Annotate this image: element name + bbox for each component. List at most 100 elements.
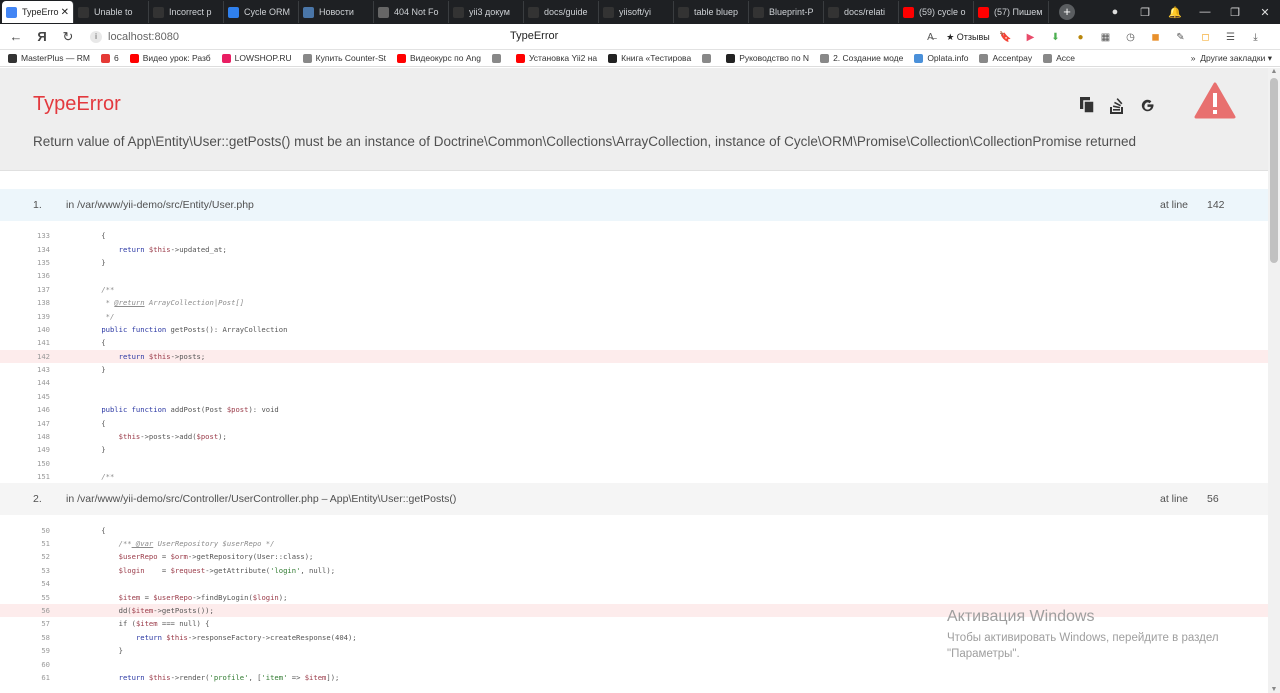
- translate-icon[interactable]: A̶: [918, 28, 943, 46]
- bookmark-item[interactable]: MasterPlus — RM: [8, 53, 90, 63]
- code-text: */: [105, 311, 115, 321]
- yandex-logo-icon[interactable]: Я: [32, 29, 52, 44]
- browser-nav-bar: ← Я ↻ i localhost:8080 TypeError A̶ ★ От…: [0, 24, 1280, 50]
- globe-icon: [678, 6, 689, 18]
- stack-frame[interactable]: 1. in /var/www/yii-demo/src/Entity/User.p…: [0, 189, 1268, 483]
- code-text: /**: [101, 284, 115, 294]
- line-number: 60: [41, 659, 50, 669]
- browser-tab[interactable]: docs/relati: [824, 1, 899, 23]
- browser-tab[interactable]: yii3 докум: [449, 1, 524, 23]
- code-text: {: [84, 338, 106, 348]
- notifications-icon[interactable]: 🔔: [1160, 6, 1190, 19]
- bookmark-item[interactable]: Acce: [1043, 53, 1075, 63]
- line-number: 145: [37, 391, 50, 401]
- google-search-icon[interactable]: [1138, 96, 1156, 114]
- youtube-icon: [978, 6, 989, 18]
- clock-icon[interactable]: ◷: [1118, 28, 1143, 46]
- other-bookmarks[interactable]: » Другие закладки ▾: [1190, 53, 1272, 64]
- extension-icon[interactable]: ◻: [1193, 28, 1218, 46]
- minimize-icon[interactable]: —: [1190, 6, 1220, 18]
- scrollbar-thumb[interactable]: [1270, 78, 1278, 263]
- bookmark-item[interactable]: 2. Создание моде: [820, 53, 903, 63]
- new-tab-button[interactable]: +: [1059, 4, 1075, 20]
- bookmark-item[interactable]: LOWSHOP.RU: [221, 53, 292, 63]
- code-text: * @return ArrayCollection|Post[]: [105, 298, 245, 308]
- error-message: Return value of App\Entity\User::getPost…: [33, 134, 1136, 149]
- bookmark-item[interactable]: [702, 53, 715, 63]
- code-text: public function getPosts(): ArrayCollect…: [101, 324, 288, 334]
- line-number: 141: [37, 338, 50, 348]
- browser-tab[interactable]: Новости: [299, 1, 374, 23]
- frame-header[interactable]: 2. in /var/www/yii-demo/src/Controller/Us…: [0, 483, 1268, 516]
- downloads-icon[interactable]: ⤓: [1243, 28, 1268, 46]
- bookmark-item[interactable]: Книга «Тестирова: [608, 53, 691, 63]
- browser-tab[interactable]: 404 Not Fo: [374, 1, 449, 23]
- bookmark-item[interactable]: Видеокурс по Ang: [396, 53, 481, 63]
- extension-icon[interactable]: ◼: [1143, 28, 1168, 46]
- code-text: {: [84, 525, 106, 535]
- bookmark-item[interactable]: Видео урок: Разб: [129, 53, 211, 63]
- browser-tab[interactable]: Unable to: [74, 1, 149, 23]
- bookmark-item[interactable]: Accentpay: [979, 53, 1032, 63]
- browser-tab[interactable]: (59) cycle o: [899, 1, 974, 23]
- browser-tab[interactable]: docs/guide: [524, 1, 599, 23]
- bookmark-favicon-icon: [820, 53, 830, 63]
- tab-label: yiisoft/yi: [619, 7, 652, 17]
- browser-tab[interactable]: TypeError ✕: [2, 1, 74, 23]
- close-tab-icon[interactable]: ✕: [61, 7, 69, 18]
- bookmark-item[interactable]: Купить Counter-St: [302, 53, 386, 63]
- browser-tab[interactable]: Cycle ORM: [224, 1, 299, 23]
- line-number: 135: [37, 257, 50, 267]
- close-window-icon[interactable]: ✕: [1250, 6, 1280, 19]
- code-line: 143 }: [0, 363, 1268, 376]
- code-line: 151 /**: [0, 470, 1268, 483]
- reviews-button[interactable]: ★ Отзывы: [943, 28, 993, 46]
- extension-icon[interactable]: ▶: [1018, 28, 1043, 46]
- scroll-up-icon[interactable]: ▲: [1268, 68, 1280, 75]
- reload-icon[interactable]: ↻: [58, 29, 78, 45]
- browser-tab[interactable]: yiisoft/yi: [599, 1, 674, 23]
- code-line: 149 }: [0, 443, 1268, 456]
- address-bar[interactable]: i localhost:8080: [90, 30, 179, 43]
- other-bookmarks-label[interactable]: Другие закладки: [1200, 53, 1265, 63]
- browser-tab[interactable]: table bluep: [674, 1, 749, 23]
- profile-icon[interactable]: ●: [1100, 6, 1130, 18]
- bookmark-item[interactable]: Oplata.info: [914, 53, 968, 63]
- frame-header[interactable]: 1. in /var/www/yii-demo/src/Entity/User.p…: [0, 189, 1268, 221]
- browser-tab[interactable]: Incorrect p: [149, 1, 224, 23]
- page-scrollbar[interactable]: ▲ ▼: [1268, 68, 1280, 693]
- code-text: {: [84, 418, 106, 428]
- bookmark-label: MasterPlus — RM: [21, 53, 90, 63]
- browser-tab[interactable]: (57) Пишем: [974, 1, 1049, 23]
- line-number: 53: [41, 565, 50, 575]
- code-text: $userRepo = $orm->getRepository(User::cl…: [118, 552, 314, 562]
- bookmark-item[interactable]: [491, 53, 505, 63]
- browser-tab[interactable]: Blueprint-P: [749, 1, 824, 23]
- tab-label: docs/relati: [844, 7, 886, 17]
- line-number: 150: [37, 458, 50, 468]
- error-title: TypeError: [33, 93, 121, 115]
- maximize-icon[interactable]: ❐: [1220, 6, 1250, 19]
- github-icon: [828, 6, 839, 18]
- line-number: 151: [37, 472, 50, 482]
- collections-icon[interactable]: ❐: [1130, 6, 1160, 19]
- bookmark-item[interactable]: 6: [100, 53, 119, 63]
- menu-icon[interactable]: ☰: [1218, 28, 1243, 46]
- cookie-icon[interactable]: ●: [1068, 28, 1093, 46]
- extension-icon[interactable]: ▦: [1093, 28, 1118, 46]
- bookmark-item[interactable]: Руководство по N: [726, 53, 809, 63]
- youtube-icon: [903, 6, 914, 18]
- code-text: {: [84, 231, 106, 241]
- stackoverflow-icon[interactable]: [1108, 96, 1126, 114]
- color-picker-icon[interactable]: ✎: [1168, 28, 1193, 46]
- site-info-icon[interactable]: i: [90, 30, 102, 43]
- bookmark-favicon-icon: [8, 53, 17, 63]
- bookmark-item[interactable]: Установка Yii2 на: [515, 53, 597, 63]
- download-icon[interactable]: ⬇: [1043, 28, 1068, 46]
- bookmark-icon[interactable]: 🔖: [993, 28, 1018, 46]
- back-arrow-icon[interactable]: ←: [6, 29, 26, 44]
- line-number: 139: [37, 311, 50, 321]
- copy-icon[interactable]: [1078, 96, 1096, 114]
- scroll-down-icon[interactable]: ▼: [1268, 686, 1280, 693]
- address-text[interactable]: localhost:8080: [108, 31, 179, 43]
